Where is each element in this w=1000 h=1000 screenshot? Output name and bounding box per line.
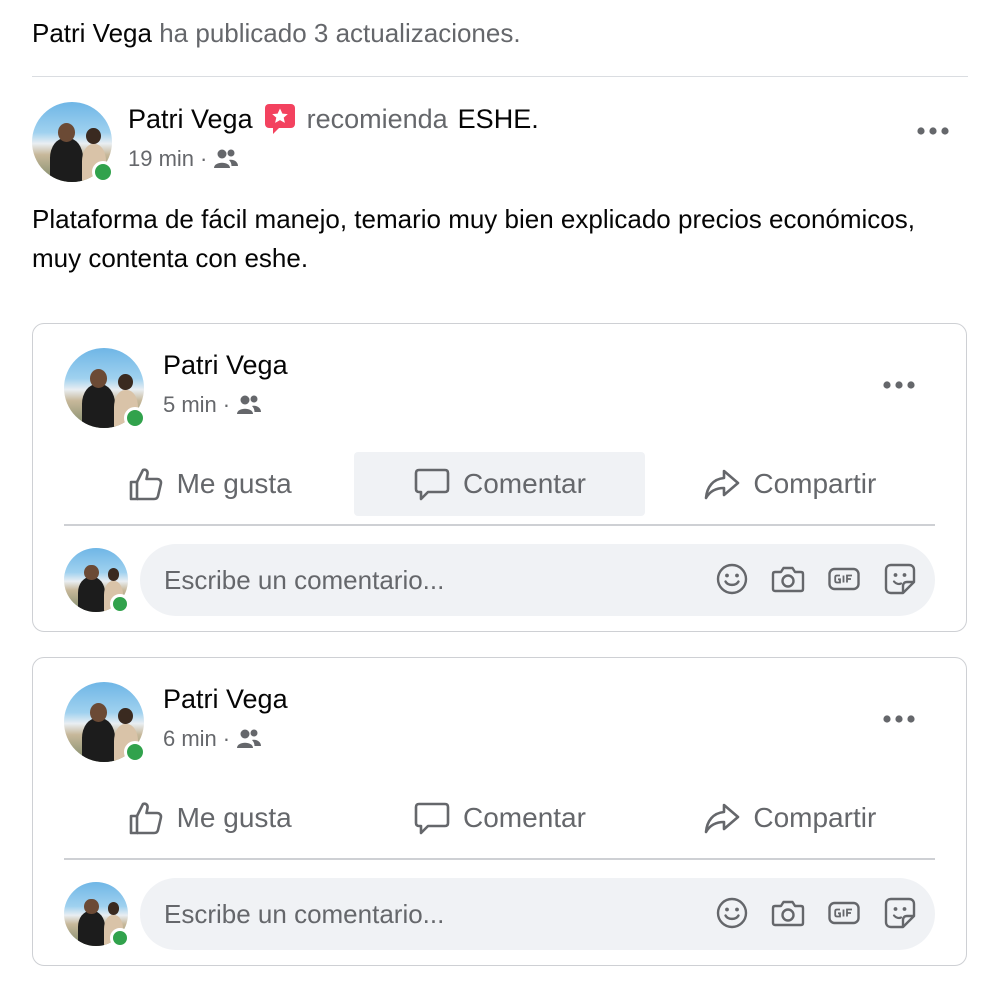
divider <box>64 858 935 860</box>
online-status-icon <box>92 161 114 183</box>
activity-header: Patri Vega ha publicado 3 actualizacione… <box>32 18 521 49</box>
sticker-icon[interactable] <box>883 896 917 930</box>
like-button[interactable]: Me gusta <box>64 786 354 850</box>
card-author-name[interactable]: Patri Vega <box>163 684 288 715</box>
emoji-icon[interactable] <box>715 896 749 930</box>
action-bar: Me gusta Comentar Compartir <box>64 452 935 516</box>
comment-label: Comentar <box>463 802 586 833</box>
online-status-icon <box>124 741 146 763</box>
post-body-text: Plataforma de fácil manejo, temario muy … <box>32 204 915 273</box>
recommends-label: recomienda <box>306 103 448 134</box>
online-status-icon <box>110 928 130 948</box>
post-author-name[interactable]: Patri Vega <box>128 104 253 135</box>
action-bar: Me gusta Comentar Compartir <box>64 786 935 850</box>
online-status-icon <box>110 594 130 614</box>
card-timestamp[interactable]: 5 min <box>163 392 217 418</box>
comment-composer <box>64 878 935 950</box>
comment-box <box>140 544 935 616</box>
recommended-page-link[interactable]: ESHE <box>458 104 532 134</box>
share-arrow-icon <box>705 803 740 834</box>
emoji-icon[interactable] <box>715 562 749 596</box>
divider <box>64 524 935 526</box>
recommendation-star-icon <box>264 104 295 134</box>
avatar[interactable] <box>32 102 114 183</box>
comment-bubble-icon <box>414 468 450 501</box>
more-options-icon[interactable] <box>882 714 916 724</box>
friends-icon <box>237 395 262 414</box>
gif-icon[interactable] <box>827 896 861 930</box>
update-card: Patri Vega 5 min · Me gusta Comentar Com… <box>32 323 967 632</box>
camera-icon[interactable] <box>771 562 805 596</box>
update-card: Patri Vega 6 min · Me gusta Comentar Com… <box>32 657 967 966</box>
comment-input[interactable] <box>164 544 684 616</box>
like-label: Me gusta <box>176 468 292 499</box>
avatar[interactable] <box>64 882 130 948</box>
card-timestamp[interactable]: 6 min <box>163 726 217 752</box>
comment-button[interactable]: Comentar <box>354 786 644 850</box>
share-label: Compartir <box>753 468 877 499</box>
more-options-icon[interactable] <box>882 380 916 390</box>
thumbs-up-icon <box>129 468 162 501</box>
header-author-name[interactable]: Patri Vega <box>32 18 152 48</box>
sticker-icon[interactable] <box>883 562 917 596</box>
share-button[interactable]: Compartir <box>645 452 935 516</box>
online-status-icon <box>124 407 146 429</box>
like-label: Me gusta <box>176 802 292 833</box>
comment-label: Comentar <box>463 468 586 499</box>
divider <box>32 76 968 77</box>
card-author-name[interactable]: Patri Vega <box>163 350 288 381</box>
avatar[interactable] <box>64 348 146 429</box>
more-options-icon[interactable] <box>916 126 950 136</box>
share-button[interactable]: Compartir <box>645 786 935 850</box>
share-label: Compartir <box>753 802 877 833</box>
comment-button[interactable]: Comentar <box>354 452 645 516</box>
share-arrow-icon <box>705 469 740 500</box>
post-timestamp[interactable]: 19 min <box>128 146 194 172</box>
friends-icon <box>237 729 262 748</box>
thumbs-up-icon <box>129 802 162 835</box>
header-text: ha publicado 3 actualizaciones. <box>159 18 521 48</box>
gif-icon[interactable] <box>827 562 861 596</box>
comment-input[interactable] <box>164 878 684 950</box>
comment-bubble-icon <box>414 802 450 835</box>
comment-composer <box>64 544 935 616</box>
friends-icon <box>214 149 239 168</box>
avatar[interactable] <box>64 682 146 763</box>
like-button[interactable]: Me gusta <box>64 452 354 516</box>
camera-icon[interactable] <box>771 896 805 930</box>
comment-box <box>140 878 935 950</box>
avatar[interactable] <box>64 548 130 614</box>
